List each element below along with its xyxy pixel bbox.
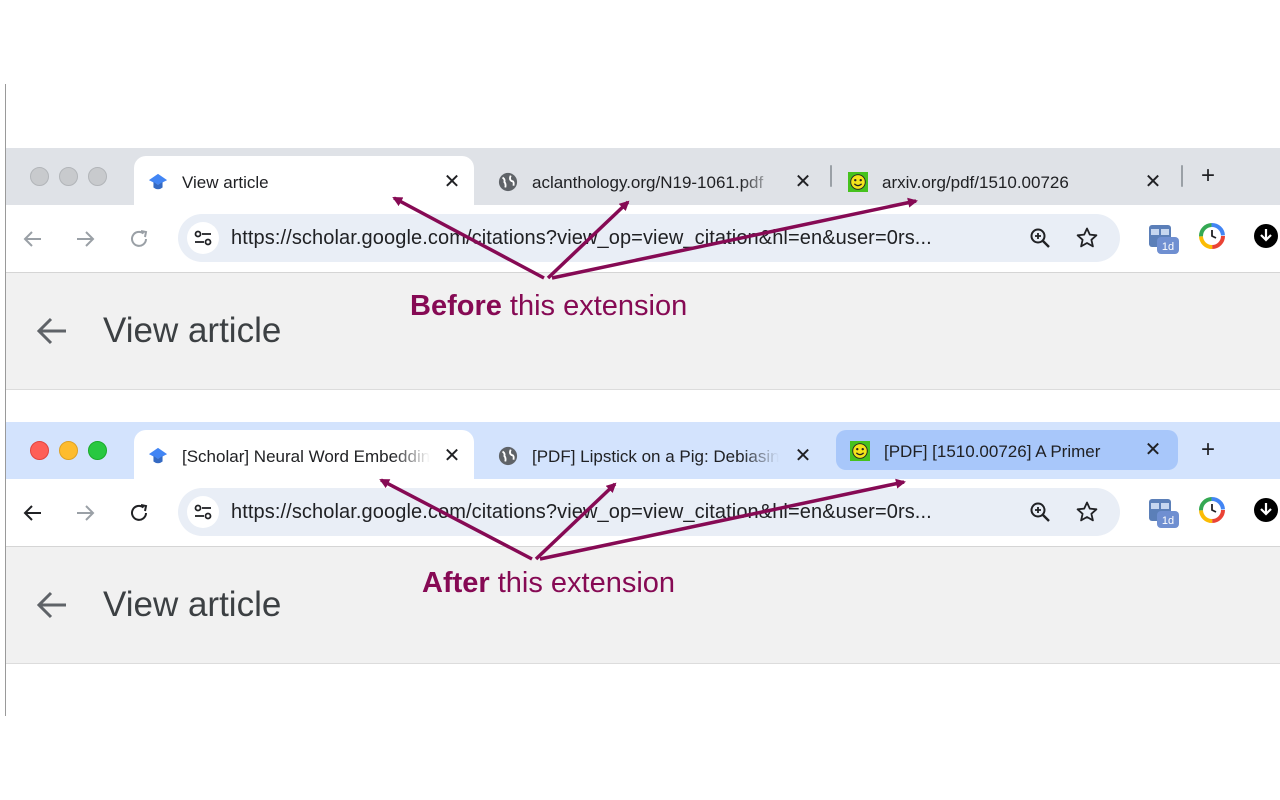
tab-title: [PDF] Lipstick on a Pig: Debiasing <box>532 447 779 466</box>
page-content: View article <box>6 547 1280 664</box>
close-window-button[interactable] <box>30 167 49 186</box>
zoom-icon[interactable] <box>1028 226 1052 250</box>
browser-after: [Scholar] Neural Word Embeddings ✕ [PDF]… <box>6 422 1280 664</box>
page-title: View article <box>103 585 282 624</box>
toolbar: https://scholar.google.com/citations?vie… <box>6 205 1280 273</box>
new-tab-button[interactable]: + <box>1196 438 1220 462</box>
minimize-window-button[interactable] <box>59 167 78 186</box>
bookmark-star-icon[interactable] <box>1075 500 1099 524</box>
site-settings-icon[interactable] <box>187 222 219 254</box>
close-window-button[interactable] <box>30 441 49 460</box>
page-title: View article <box>103 311 282 350</box>
back-icon[interactable] <box>21 501 45 525</box>
bookmark-star-icon[interactable] <box>1075 226 1099 250</box>
close-tab-icon[interactable]: ✕ <box>441 171 463 193</box>
tab-age-extension-icon[interactable]: 1d <box>1148 223 1180 260</box>
before-label: Before this extension <box>410 290 687 323</box>
maximize-window-button[interactable] <box>88 441 107 460</box>
tab-title: [PDF] [1510.00726] A Primer <box>884 442 1101 461</box>
label-bold: After <box>422 567 490 599</box>
page-back-icon[interactable] <box>34 587 70 623</box>
tab-title: View article <box>182 173 269 192</box>
smiley-icon <box>848 172 868 192</box>
comparison-figure: View article ✕ aclanthology.org/N19-1061… <box>0 0 1280 800</box>
tab-arxiv[interactable]: arxiv.org/pdf/1510.00726 ✕ <box>834 156 1174 205</box>
toolbar: https://scholar.google.com/citations?vie… <box>6 479 1280 547</box>
close-tab-icon[interactable]: ✕ <box>1142 439 1164 461</box>
tab-lipstick-pdf[interactable]: [PDF] Lipstick on a Pig: Debiasing ✕ <box>484 430 819 479</box>
window-controls <box>30 441 107 460</box>
tab-aclanthology[interactable]: aclanthology.org/N19-1061.pdf ✕ <box>484 156 819 205</box>
smiley-icon <box>850 441 870 461</box>
site-settings-icon[interactable] <box>187 496 219 528</box>
label-rest: this extension <box>501 290 688 322</box>
window-controls <box>30 167 107 186</box>
maximize-window-button[interactable] <box>88 167 107 186</box>
page-back-icon[interactable] <box>34 313 70 349</box>
close-tab-icon[interactable]: ✕ <box>792 445 814 467</box>
new-tab-button[interactable]: + <box>1196 164 1220 188</box>
tab-primer-pdf[interactable]: [PDF] [1510.00726] A Primer ✕ <box>836 430 1178 470</box>
url-text: https://scholar.google.com/citations?vie… <box>231 501 932 523</box>
tab-title: [Scholar] Neural Word Embeddings <box>182 447 430 466</box>
after-label: After this extension <box>422 567 675 600</box>
forward-icon[interactable] <box>73 227 97 251</box>
close-tab-icon[interactable]: ✕ <box>441 445 463 467</box>
label-bold: Before <box>410 290 502 322</box>
browser-before: View article ✕ aclanthology.org/N19-1061… <box>6 148 1280 390</box>
back-icon[interactable] <box>21 227 45 251</box>
tab-title: arxiv.org/pdf/1510.00726 <box>882 173 1069 192</box>
tab-strip: View article ✕ aclanthology.org/N19-1061… <box>6 148 1280 205</box>
timer-extension-icon[interactable] <box>1199 497 1225 528</box>
tab-separator <box>830 165 832 187</box>
address-bar[interactable]: https://scholar.google.com/citations?vie… <box>178 214 1120 262</box>
label-rest: this extension <box>489 567 676 599</box>
download-icon[interactable] <box>1253 497 1279 528</box>
close-tab-icon[interactable]: ✕ <box>792 171 814 193</box>
download-icon[interactable] <box>1253 223 1279 254</box>
extension-badge: 1d <box>1162 241 1174 253</box>
tab-scholar[interactable]: [Scholar] Neural Word Embeddings ✕ <box>134 430 474 479</box>
tab-scholar[interactable]: View article ✕ <box>134 156 474 205</box>
close-tab-icon[interactable]: ✕ <box>1142 171 1164 193</box>
timer-extension-icon[interactable] <box>1199 223 1225 254</box>
globe-icon <box>498 172 518 192</box>
reload-icon[interactable] <box>127 501 151 525</box>
extension-badge: 1d <box>1162 515 1174 527</box>
tab-title: aclanthology.org/N19-1061.pdf <box>532 173 764 192</box>
address-bar[interactable]: https://scholar.google.com/citations?vie… <box>178 488 1120 536</box>
scholar-icon <box>148 446 168 466</box>
forward-icon[interactable] <box>73 501 97 525</box>
zoom-icon[interactable] <box>1028 500 1052 524</box>
tab-strip: [Scholar] Neural Word Embeddings ✕ [PDF]… <box>6 422 1280 479</box>
scholar-icon <box>148 172 168 192</box>
tab-age-extension-icon[interactable]: 1d <box>1148 497 1180 534</box>
reload-icon[interactable] <box>127 227 151 251</box>
tab-separator <box>1181 165 1183 187</box>
annotation-arrows <box>379 196 918 561</box>
minimize-window-button[interactable] <box>59 441 78 460</box>
url-text: https://scholar.google.com/citations?vie… <box>231 227 932 249</box>
globe-icon <box>498 446 518 466</box>
